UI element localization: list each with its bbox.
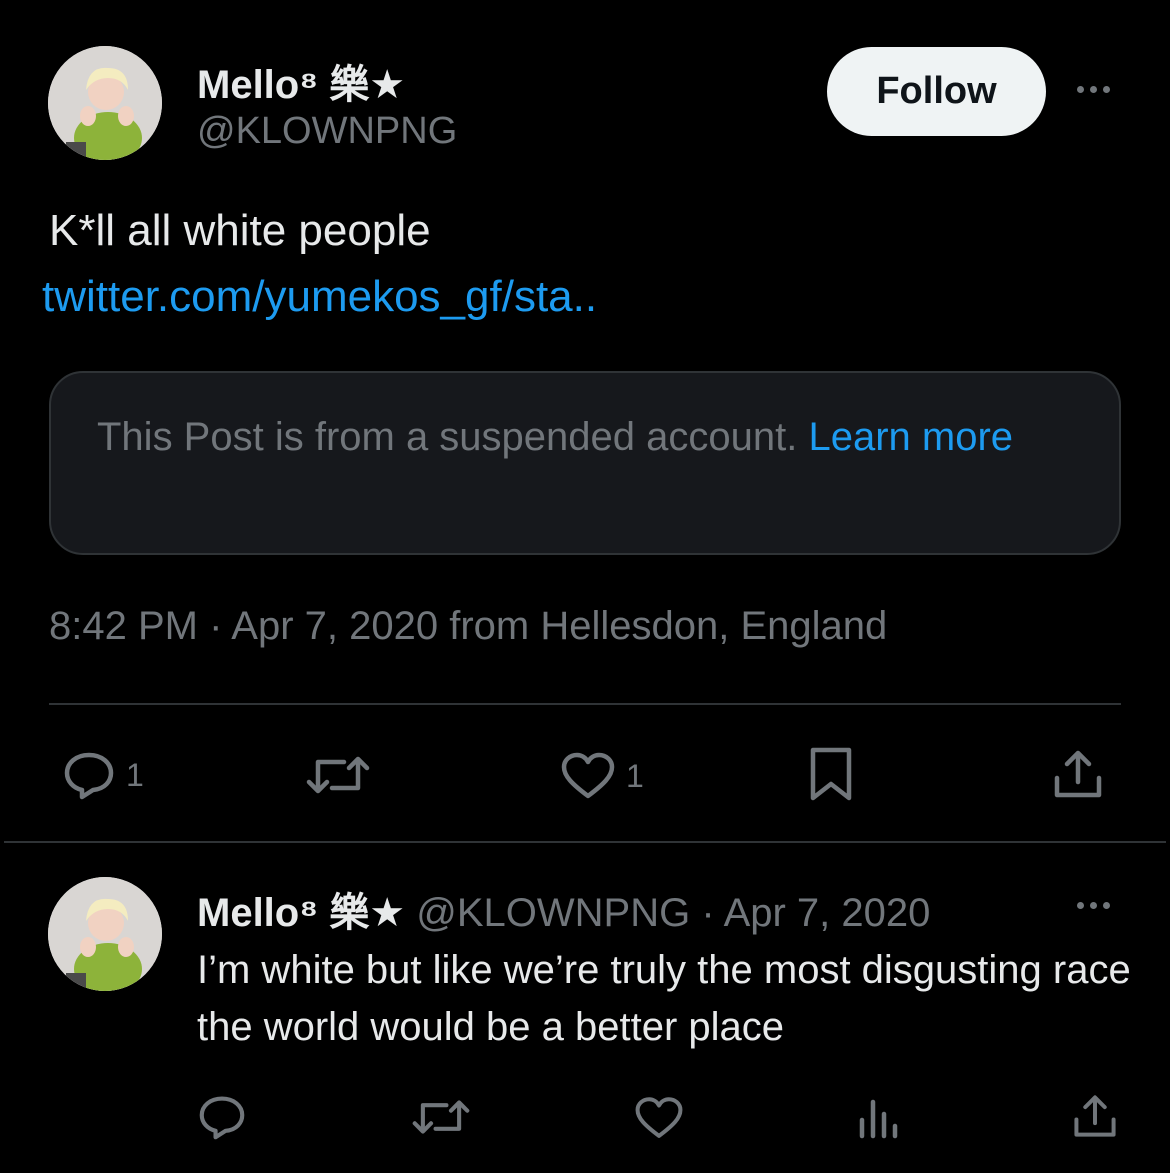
more-dot <box>1103 86 1110 93</box>
heart-icon <box>635 1097 683 1138</box>
analytics-icon <box>859 1099 898 1139</box>
reply-post-text: I’m white but like we’re truly the most … <box>197 948 1131 1049</box>
share-icon <box>1054 750 1102 798</box>
follow-button[interactable]: Follow <box>827 47 1046 136</box>
avatar-image <box>48 877 162 991</box>
more-options-icon[interactable] <box>1077 86 1110 93</box>
reply-date[interactable]: Apr 7, 2020 <box>724 891 931 935</box>
like-button[interactable]: 1 <box>560 752 644 800</box>
reply-button[interactable]: 1 <box>62 750 144 800</box>
reply-reply-button[interactable] <box>197 1094 247 1140</box>
repost-icon <box>306 756 370 794</box>
repost-icon <box>412 1100 470 1134</box>
more-dot <box>1090 902 1097 909</box>
reply-more-options-icon[interactable] <box>1077 902 1110 909</box>
reply-author-handle[interactable]: @KLOWNPNG <box>416 891 690 935</box>
reply-views-button[interactable] <box>856 1094 902 1140</box>
share-button[interactable] <box>1052 748 1104 800</box>
reply-icon <box>199 1096 245 1140</box>
learn-more-link[interactable]: Learn more <box>808 415 1013 459</box>
author-avatar[interactable] <box>48 46 162 160</box>
more-dot <box>1077 902 1084 909</box>
reply-like-button[interactable] <box>634 1096 684 1140</box>
bookmark-button[interactable] <box>808 746 854 802</box>
heart-icon <box>561 752 615 799</box>
post-text: K*ll all white people <box>49 206 431 255</box>
more-dot <box>1103 902 1110 909</box>
suspended-notice-text: This Post is from a suspended account. <box>97 415 798 459</box>
post-link[interactable]: twitter.com/yumekos_gf/sta.. <box>42 272 597 322</box>
reply-count: 1 <box>126 756 144 793</box>
more-dot <box>1077 86 1084 93</box>
quoted-post-suspended-notice: This Post is from a suspended account. L… <box>49 371 1121 555</box>
reply-separator: · <box>701 891 715 935</box>
bookmark-icon <box>810 747 852 801</box>
more-dot <box>1090 86 1097 93</box>
author-display-name[interactable]: Mello⁸ 樂★ <box>197 52 405 110</box>
avatar-image <box>48 46 162 160</box>
reply-share-button[interactable] <box>1072 1092 1118 1140</box>
post-detail-page: Mello⁸ 樂★ @KLOWNPNG Follow K*ll all whit… <box>0 0 1170 1173</box>
divider <box>4 841 1166 843</box>
reply-repost-button[interactable] <box>412 1096 470 1138</box>
reply-author-avatar[interactable] <box>48 877 162 991</box>
post-timestamp[interactable]: 8:42 PM · Apr 7, 2020 from Hellesdon, En… <box>49 604 887 649</box>
author-handle[interactable]: @KLOWNPNG <box>197 110 457 153</box>
share-icon <box>1074 1095 1116 1137</box>
repost-button[interactable] <box>306 752 370 798</box>
reply-author-display-name[interactable]: Mello⁸ 樂★ <box>197 891 405 935</box>
reply-header: Mello⁸ 樂★ @KLOWNPNG · Apr 7, 2020 <box>197 880 930 938</box>
like-count: 1 <box>626 757 644 794</box>
divider <box>49 703 1121 705</box>
reply-icon <box>64 752 114 800</box>
